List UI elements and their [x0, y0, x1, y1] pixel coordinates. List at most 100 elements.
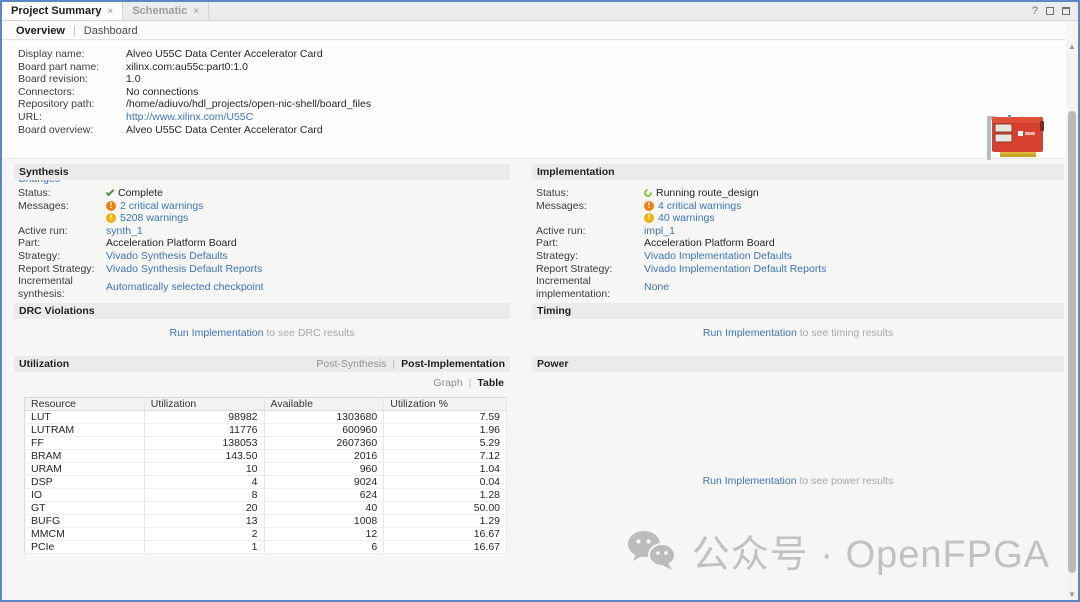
- column-header[interactable]: Utilization %: [384, 398, 507, 411]
- value-cell: 11776: [144, 424, 264, 437]
- field-value: 1.0: [126, 73, 141, 86]
- table-toggle[interactable]: Table: [477, 377, 504, 389]
- field-row: Strategy:Vivado Implementation Defaults: [536, 250, 1064, 263]
- value-cell: 5.29: [384, 437, 507, 450]
- field-value-group: Complete: [106, 187, 163, 200]
- float-icon[interactable]: [1046, 7, 1054, 15]
- field-value: Alveo U55C Data Center Accelerator Card: [126, 48, 323, 61]
- separator: |: [73, 25, 76, 37]
- table-row[interactable]: BRAM143.5020167.12: [25, 450, 507, 463]
- field-value-link[interactable]: Vivado Synthesis Default Reports: [106, 263, 262, 276]
- field-value-link[interactable]: None: [644, 281, 669, 294]
- field-row: 5208 warnings: [18, 212, 510, 225]
- field-row: 40 warnings: [536, 212, 1064, 225]
- critical-icon: [644, 201, 654, 211]
- board-image: [985, 113, 1049, 165]
- value-cell: 1.29: [384, 515, 507, 528]
- field-value-link[interactable]: Vivado Synthesis Defaults: [106, 250, 228, 263]
- run-implementation-link[interactable]: Run Implementation: [170, 327, 264, 339]
- field-value: /home/adiuvo/hdl_projects/open-nic-shell…: [126, 98, 371, 111]
- graph-toggle[interactable]: Graph: [433, 377, 462, 389]
- help-icon[interactable]: ?: [1032, 5, 1038, 17]
- section-header: Synthesis: [14, 164, 510, 180]
- scroll-up-icon[interactable]: ▲: [1066, 41, 1078, 52]
- field-value-group: Acceleration Platform Board: [106, 237, 237, 250]
- table-row[interactable]: URAM109601.04: [25, 463, 507, 476]
- table-row[interactable]: LUTRAM117766009601.96: [25, 424, 507, 437]
- field-value-link[interactable]: Vivado Implementation Default Reports: [644, 263, 827, 276]
- field-value-group: 5208 warnings: [106, 212, 188, 225]
- value-cell: 1.04: [384, 463, 507, 476]
- field-row: URL:http://www.xilinx.com/U55C: [18, 111, 371, 124]
- field-value-link[interactable]: 40 warnings: [658, 212, 715, 225]
- section-header: Utilization Post-Synthesis | Post-Implem…: [14, 356, 510, 372]
- column-header[interactable]: Available: [264, 398, 384, 411]
- scrollbar-thumb[interactable]: [1068, 111, 1076, 573]
- board-info-panel: Display name:Alveo U55C Data Center Acce…: [2, 41, 1066, 159]
- tab-dashboard[interactable]: Dashboard: [84, 25, 138, 37]
- field-value-link[interactable]: 2 critical warnings: [120, 200, 203, 213]
- field-value-link[interactable]: Automatically selected checkpoint: [106, 281, 264, 294]
- scroll-down-icon[interactable]: ▼: [1066, 589, 1078, 600]
- synthesis-section: Synthesis Status:CompleteMessages:2 crit…: [14, 164, 510, 300]
- tab-label: Project Summary: [11, 5, 101, 17]
- run-implementation-link[interactable]: Run Implementation: [703, 475, 797, 487]
- table-row[interactable]: IO86241.28: [25, 489, 507, 502]
- field-value-link[interactable]: http://www.xilinx.com/U55C: [126, 111, 253, 124]
- field-value-group: Alveo U55C Data Center Accelerator Card: [126, 124, 323, 137]
- value-cell: 16.67: [384, 528, 507, 541]
- field-value-group: xilinx.com:au55c:part0:1.0: [126, 61, 248, 74]
- table-row[interactable]: LUT9898213036807.59: [25, 411, 507, 424]
- value-cell: 7.12: [384, 450, 507, 463]
- wechat-icon: [626, 529, 678, 573]
- view-toggle: Graph | Table: [14, 372, 510, 389]
- close-icon[interactable]: ×: [193, 6, 199, 17]
- field-value-link[interactable]: Vivado Implementation Defaults: [644, 250, 792, 263]
- table-row[interactable]: MMCM21216.67: [25, 528, 507, 541]
- field-value-link[interactable]: synth_1: [106, 225, 143, 238]
- value-cell: 40: [264, 502, 384, 515]
- value-cell: 138053: [144, 437, 264, 450]
- value-cell: 2016: [264, 450, 384, 463]
- stage-toggle: Post-Synthesis | Post-Implementation: [316, 358, 505, 370]
- value-cell: 98982: [144, 411, 264, 424]
- table-row[interactable]: BUFG1310081.29: [25, 515, 507, 528]
- maximize-icon[interactable]: [1062, 7, 1070, 15]
- table-row[interactable]: FF13805326073605.29: [25, 437, 507, 450]
- section-title: DRC Violations: [19, 305, 95, 317]
- field-row: Connectors:No connections: [18, 86, 371, 99]
- table-row[interactable]: GT204050.00: [25, 502, 507, 515]
- field-row: Status:Running route_design: [536, 187, 1064, 200]
- field-row: Messages:4 critical warnings: [536, 200, 1064, 213]
- field-label: Report Strategy:: [18, 263, 106, 276]
- field-value-group: No connections: [126, 86, 198, 99]
- field-label: Active run:: [536, 225, 644, 238]
- field-row: Part:Acceleration Platform Board: [536, 237, 1064, 250]
- field-value-link[interactable]: impl_1: [644, 225, 675, 238]
- column-header[interactable]: Utilization: [144, 398, 264, 411]
- field-label: Board revision:: [18, 73, 126, 86]
- tab-schematic[interactable]: Schematic ×: [123, 2, 209, 20]
- post-synthesis-toggle[interactable]: Post-Synthesis: [316, 358, 386, 370]
- close-icon[interactable]: ×: [107, 6, 113, 17]
- post-implementation-toggle[interactable]: Post-Implementation: [401, 358, 505, 370]
- field-label: Incremental synthesis:: [18, 275, 106, 300]
- section-header: Timing: [532, 303, 1064, 319]
- field-value-group: 2 critical warnings: [106, 200, 203, 213]
- field-label: [18, 212, 106, 225]
- column-header[interactable]: Resource: [25, 398, 145, 411]
- tab-overview[interactable]: Overview: [16, 25, 65, 37]
- field-row: Messages:2 critical warnings: [18, 200, 510, 213]
- table-row[interactable]: PCIe1616.67: [25, 541, 507, 554]
- drc-placeholder: Run Implementation to see DRC results: [14, 327, 510, 339]
- field-value-link[interactable]: 4 critical warnings: [658, 200, 741, 213]
- value-cell: 960: [264, 463, 384, 476]
- table-row[interactable]: DSP490240.04: [25, 476, 507, 489]
- tab-project-summary[interactable]: Project Summary ×: [2, 2, 123, 20]
- synthesis-rows: Status:CompleteMessages:2 critical warni…: [14, 180, 510, 300]
- field-label: Part:: [536, 237, 644, 250]
- resource-cell: DSP: [25, 476, 145, 489]
- run-implementation-link[interactable]: Run Implementation: [703, 327, 797, 339]
- field-value-link[interactable]: 5208 warnings: [120, 212, 188, 225]
- field-value: xilinx.com:au55c:part0:1.0: [126, 61, 248, 74]
